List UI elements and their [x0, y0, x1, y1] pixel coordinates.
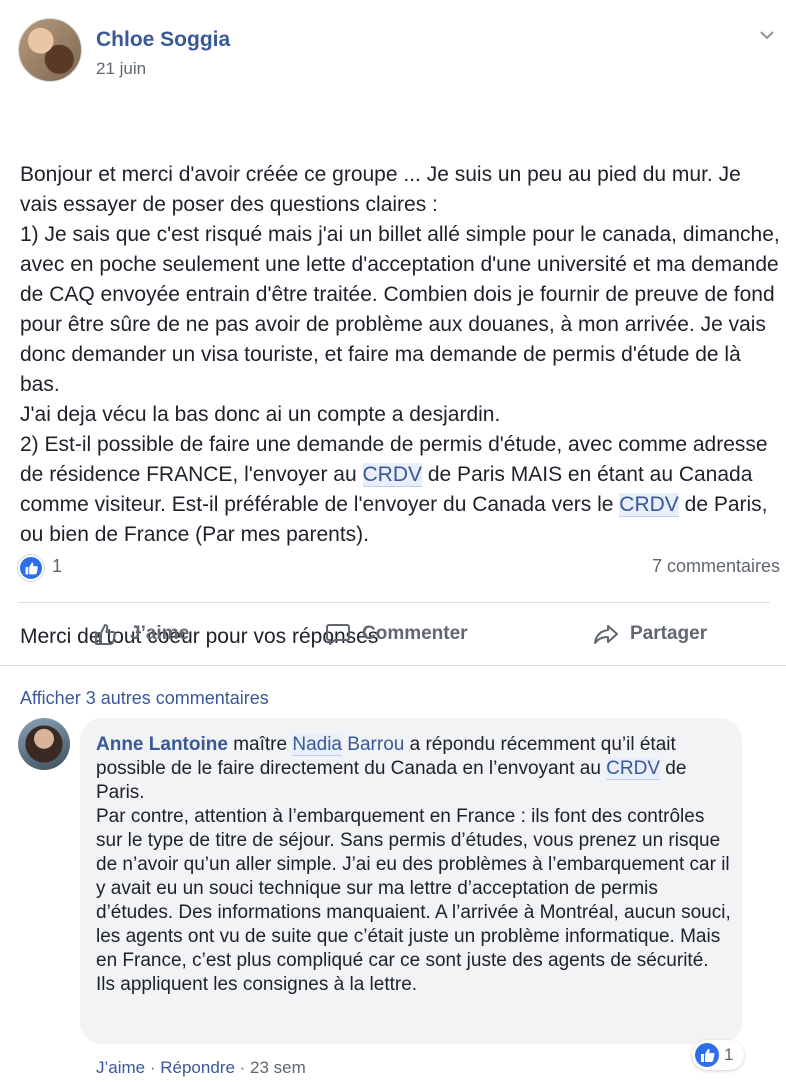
comment-reaction-count: 1: [724, 1045, 734, 1064]
thumbs-up-icon: [701, 1049, 715, 1062]
comment-text-part: de Paris. Par contre, attention à l’emba…: [96, 758, 731, 995]
share-arrow-icon: [594, 625, 618, 644]
comment-button[interactable]: Commenter: [324, 617, 468, 651]
speech-bubble-icon: [326, 624, 350, 645]
author-name[interactable]: Chloe Soggia: [96, 28, 230, 52]
author-avatar[interactable]: [18, 18, 82, 82]
comment-author[interactable]: Anne Lantoine: [96, 734, 228, 755]
separator: ·: [234, 1058, 251, 1077]
divider: [18, 602, 770, 603]
post-text: Bonjour et merci d'avoir créée ce groupe…: [20, 163, 780, 486]
thumbs-up-outline-icon: [95, 624, 116, 645]
commenter-avatar[interactable]: [18, 718, 70, 770]
crdv-link[interactable]: CRDV: [619, 493, 679, 517]
comment-count[interactable]: 7 commentaires: [652, 556, 780, 577]
post-date[interactable]: 21 juin: [96, 59, 146, 79]
separator: ·: [145, 1058, 161, 1077]
like-label: J’aime: [130, 623, 190, 644]
comment-text-part: maître: [227, 734, 293, 755]
mention-link[interactable]: Nadia: [292, 734, 343, 756]
more-comments-link[interactable]: Afficher 3 autres commentaires: [20, 688, 269, 709]
mention-link[interactable]: Barrou: [342, 734, 404, 755]
comment-reply-link[interactable]: Répondre: [160, 1058, 235, 1077]
comment-like-link[interactable]: J’aime: [96, 1058, 145, 1077]
comment-actions: J’aime · Répondre · 23 sem: [96, 1058, 306, 1078]
like-count[interactable]: 1: [52, 556, 62, 577]
post-actions: J’aime Commenter Partager: [0, 605, 786, 663]
comment-time[interactable]: 23 sem: [250, 1058, 306, 1077]
like-badge[interactable]: [18, 555, 44, 581]
crdv-link[interactable]: CRDV: [606, 758, 661, 780]
like-button[interactable]: J’aime: [92, 617, 189, 651]
post-header: Chloe Soggia 21 juin: [18, 18, 774, 84]
like-badge: [695, 1043, 719, 1067]
comment-reaction[interactable]: 1: [692, 1040, 744, 1070]
post-paragraph: Bonjour et merci d'avoir créée ce groupe…: [20, 160, 780, 550]
thumbs-up-icon: [25, 562, 38, 575]
crdv-link[interactable]: CRDV: [362, 463, 423, 487]
comment-label: Commenter: [362, 623, 468, 644]
reactions-bar: 1 7 commentaires: [18, 552, 780, 582]
chevron-down-icon[interactable]: [756, 24, 778, 46]
section-divider: [0, 665, 786, 666]
share-label: Partager: [630, 623, 708, 644]
share-button[interactable]: Partager: [592, 617, 707, 651]
comment-text: Anne Lantoine maître Nadia Barrou a répo…: [96, 733, 732, 997]
